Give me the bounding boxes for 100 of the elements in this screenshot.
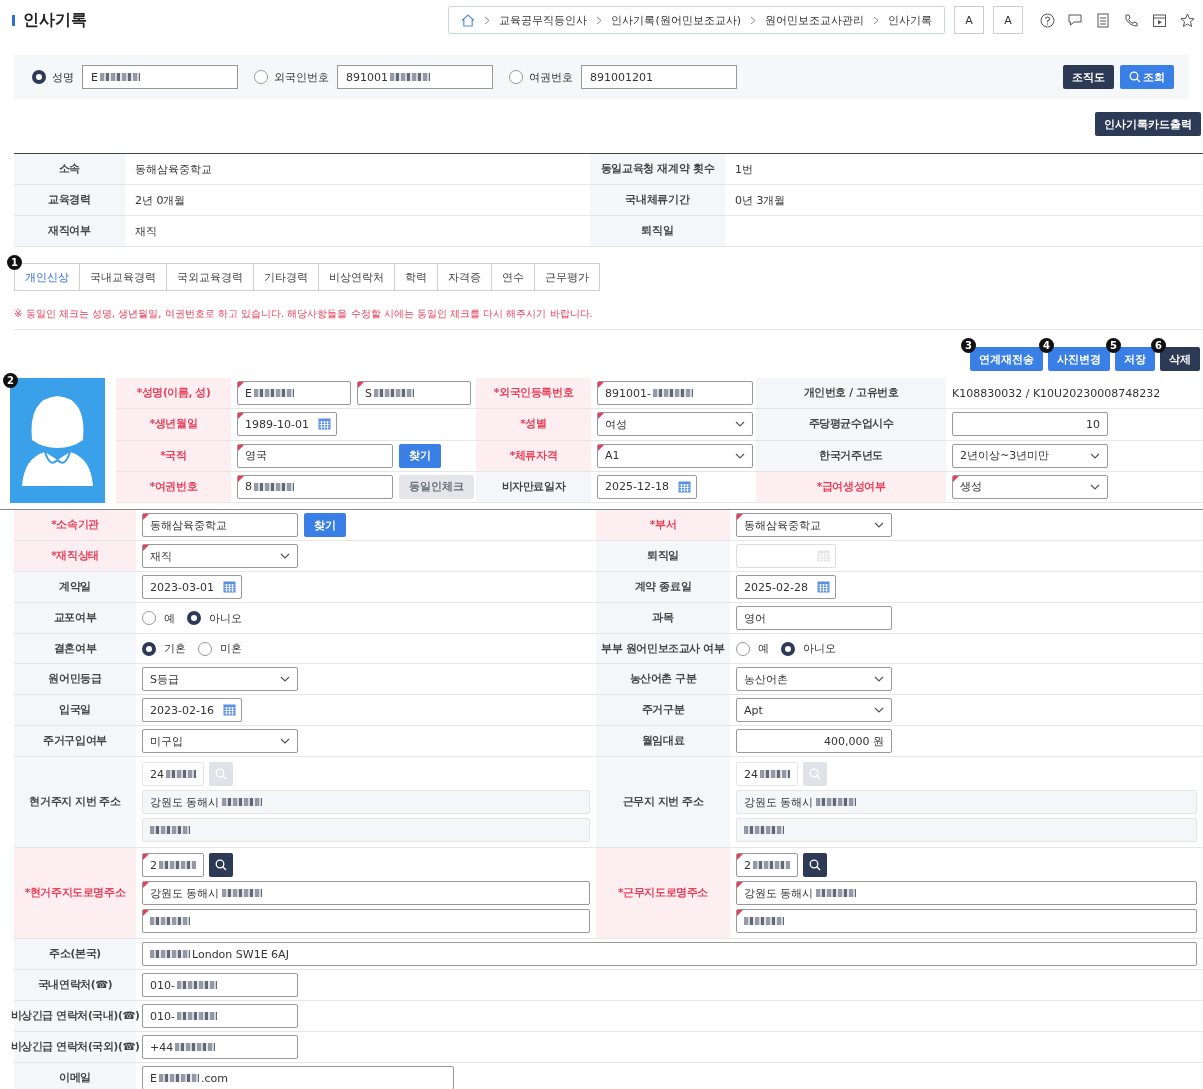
action-button[interactable]: 연계재전송 <box>970 347 1043 371</box>
select-field[interactable]: 동해삼육중학교 <box>736 513 892 537</box>
radio-button[interactable] <box>198 641 212 656</box>
date-field[interactable]: 1989-10-01 <box>237 412 337 437</box>
search-field[interactable]: 891001201 <box>581 65 737 89</box>
chevron-icon <box>873 15 879 25</box>
select-field[interactable]: Apt <box>736 698 892 722</box>
address-field[interactable]: 강원도 동해시 <box>142 881 590 905</box>
radio-button[interactable] <box>254 70 268 84</box>
radio-button[interactable] <box>187 611 201 625</box>
breadcrumb-link[interactable]: 교육공무직등인사 <box>499 12 588 28</box>
font-size-button[interactable]: A <box>993 6 1023 34</box>
address-search-button[interactable] <box>209 853 233 877</box>
address-search-button[interactable] <box>803 853 827 877</box>
caret-icon <box>874 522 884 528</box>
tab[interactable]: 비상연락처 <box>319 263 395 291</box>
field-label: 주당평균수업시수 <box>756 409 946 441</box>
field-label: 근무지 지번 주소 <box>596 757 730 848</box>
text-field[interactable]: +44 <box>142 1035 298 1059</box>
text-field[interactable]: 010- <box>142 973 298 997</box>
text-field[interactable]: 동해삼육중학교 <box>142 513 298 537</box>
address-field[interactable]: 강원도 동해시 <box>736 790 1197 814</box>
breadcrumb-link[interactable]: 원어민보조교사관리 <box>765 12 864 28</box>
select-field[interactable]: A1 <box>597 443 753 468</box>
select-field[interactable]: 농산어촌 <box>736 667 892 691</box>
tab[interactable]: 국외교육경력 <box>167 263 254 291</box>
option-label: 아니오 <box>803 641 836 656</box>
address-field[interactable]: 강원도 동해시 <box>736 881 1197 905</box>
table-cell: 2년 0개월 <box>125 185 590 216</box>
radio-button[interactable] <box>142 641 156 656</box>
field-button[interactable]: 찾기 <box>399 443 441 468</box>
tab[interactable]: 학력 <box>395 263 438 291</box>
search-field[interactable]: E <box>82 65 238 89</box>
search-field[interactable]: 891001 <box>337 65 493 89</box>
print-button[interactable]: 인사기록카드출력 <box>1095 112 1201 136</box>
address-field[interactable] <box>142 909 590 933</box>
breadcrumb-link[interactable]: 인사기록 <box>888 12 932 28</box>
search-button[interactable]: 조회 <box>1120 65 1174 89</box>
select-field[interactable]: 여성 <box>597 412 753 437</box>
text-field[interactable]: London SW1E 6AJ <box>142 942 1197 966</box>
table-header-cell: 국내체류기간 <box>590 185 725 216</box>
action-button[interactable]: 저장 <box>1115 347 1155 371</box>
text-field[interactable]: 891001- <box>597 381 753 406</box>
text-field[interactable]: 400,000 원 <box>736 729 892 753</box>
radio-button[interactable] <box>142 611 156 625</box>
date-field[interactable]: 2023-03-01 <box>142 575 242 599</box>
field-label: 농산어촌 구분 <box>596 664 730 695</box>
select-field[interactable]: 미구입 <box>142 729 298 753</box>
field-label: *급여생성여부 <box>756 471 946 503</box>
tab[interactable]: 연수 <box>492 263 535 291</box>
field-label: *생년월일 <box>116 409 231 441</box>
text-field[interactable]: 10 <box>952 412 1108 437</box>
field-label: *여권번호 <box>116 471 231 503</box>
action-button[interactable]: 사진변경 <box>1048 347 1110 371</box>
search-icon <box>1129 71 1141 83</box>
option-label: 예 <box>164 610 175 626</box>
tab[interactable]: 기타경력 <box>254 263 319 291</box>
text-field[interactable]: 영국 <box>237 443 393 468</box>
font-size-button[interactable]: A <box>954 6 984 34</box>
date-field[interactable]: 2025-02-28 <box>736 575 836 599</box>
page-title: 인사기록 <box>23 9 87 31</box>
text-field[interactable]: 영어 <box>736 606 892 630</box>
zip-field[interactable]: 2 <box>736 853 798 877</box>
text-field[interactable]: E <box>237 381 351 406</box>
select-field[interactable]: 생성 <box>952 474 1108 499</box>
text-field[interactable]: E .com <box>142 1066 454 1089</box>
text-field[interactable]: 8 <box>237 474 393 499</box>
address-field[interactable] <box>736 909 1197 933</box>
select-field[interactable]: 재직 <box>142 544 298 568</box>
text-field[interactable]: S <box>357 381 471 406</box>
field-button[interactable]: 찾기 <box>304 513 346 537</box>
select-field[interactable]: 2년이상~3년미만 <box>952 443 1108 468</box>
field-label: 교포여부 <box>14 603 136 634</box>
option-label: 미혼 <box>220 641 242 656</box>
search-icon <box>809 859 821 871</box>
radio-button[interactable] <box>509 70 523 84</box>
radio-button[interactable] <box>781 641 795 656</box>
tab[interactable]: 자격증 <box>438 263 492 291</box>
radio-button[interactable] <box>736 641 750 656</box>
org-chart-button[interactable]: 조직도 <box>1063 65 1114 89</box>
field-label: *성별 <box>476 409 591 441</box>
field-label: *근무지도로명주소 <box>596 848 730 939</box>
tab[interactable]: 근무평가 <box>535 263 600 291</box>
home-icon[interactable] <box>461 13 476 27</box>
action-button[interactable]: 삭제 <box>1160 347 1200 371</box>
field-label: 현거주지 지번 주소 <box>14 757 136 848</box>
select-field[interactable]: S등급 <box>142 667 298 691</box>
date-field[interactable]: 2023-02-16 <box>142 698 242 722</box>
date-field[interactable]: 2025-12-18 <box>597 474 697 499</box>
zip-field[interactable]: 2 <box>142 853 204 877</box>
breadcrumb-link[interactable]: 인사기록(원어민보조교사) <box>611 12 741 28</box>
zip-field[interactable]: 24 <box>142 762 204 786</box>
field-label: 주거구분 <box>596 695 730 726</box>
field-label: 주거구입여부 <box>14 726 136 757</box>
radio-button[interactable] <box>32 70 46 84</box>
address-field[interactable]: 강원도 동해시 <box>142 790 590 814</box>
tab[interactable]: 국내교육경력 <box>80 263 167 291</box>
accent-bar <box>12 14 15 26</box>
zip-field[interactable]: 24 <box>736 762 798 786</box>
text-field[interactable]: 010- <box>142 1004 298 1028</box>
